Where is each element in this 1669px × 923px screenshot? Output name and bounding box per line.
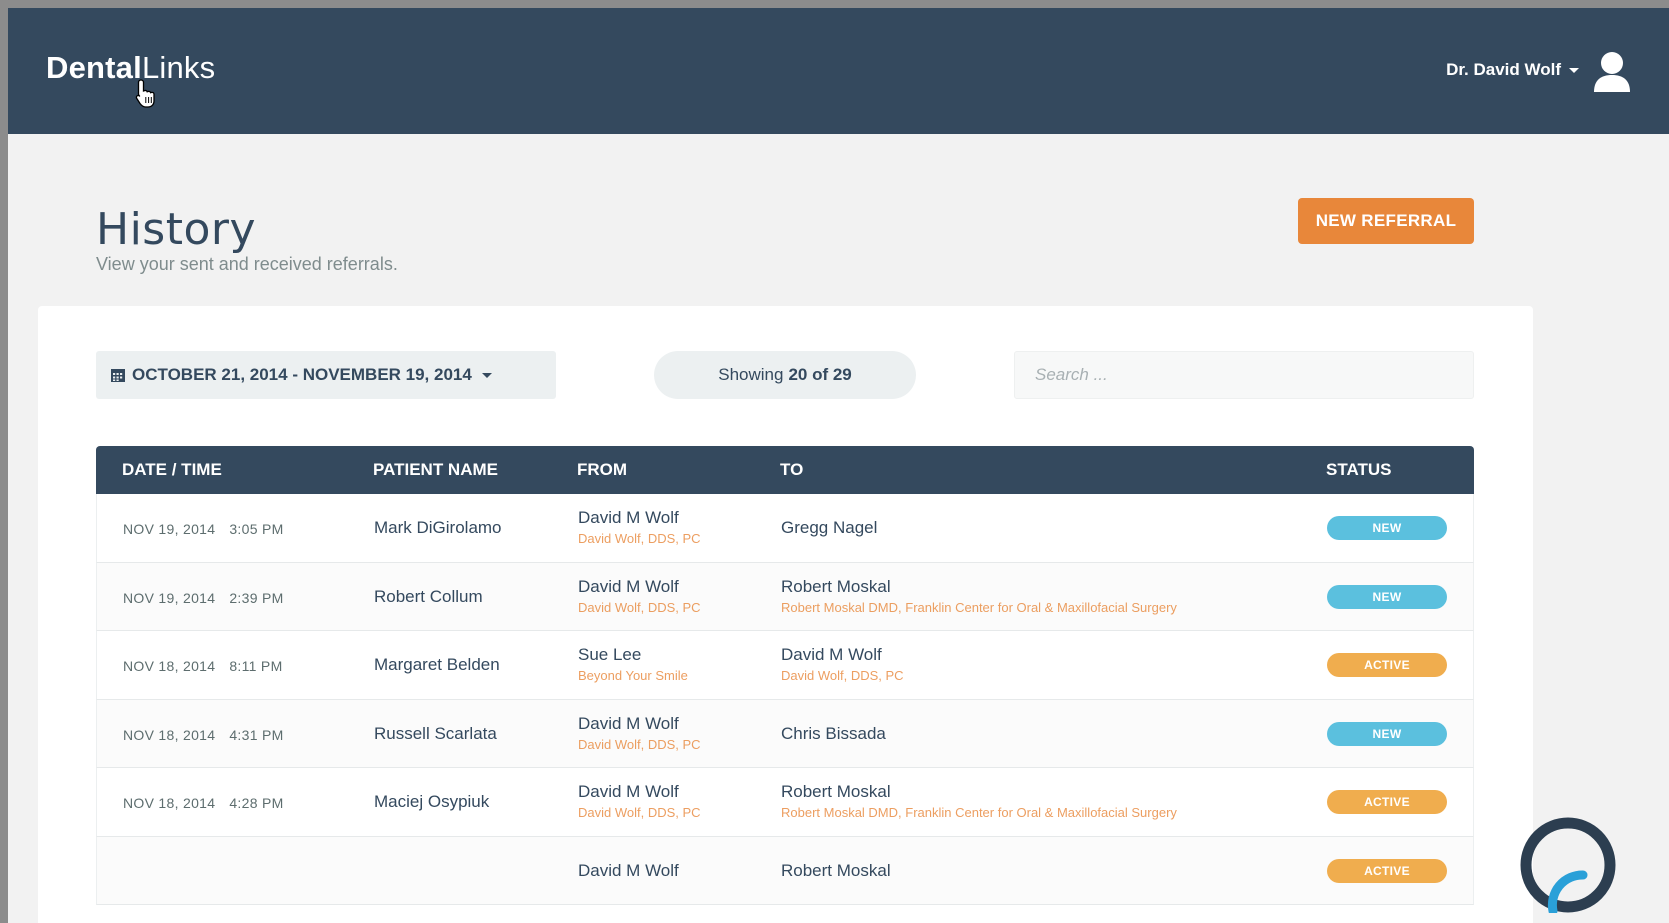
row-from-name: David M Wolf <box>578 782 679 801</box>
top-navbar: DentalLinks Dr. David Wolf <box>8 8 1669 134</box>
row-from-name: David M Wolf <box>578 508 679 527</box>
row-from: David M Wolf David Wolf, DDS, PC <box>578 508 701 546</box>
user-icon[interactable] <box>1591 50 1633 94</box>
app-logo[interactable]: DentalLinks <box>46 50 215 86</box>
row-from: David M Wolf David Wolf, DDS, PC <box>578 577 701 615</box>
table-header: DATE / TIME PATIENT NAME FROM TO STATUS <box>96 446 1474 494</box>
row-datetime: NOV 18, 2014 4:31 PM <box>123 727 284 743</box>
header-status[interactable]: STATUS <box>1326 460 1391 480</box>
row-time: 4:31 PM <box>229 726 284 743</box>
user-name: Dr. David Wolf <box>1446 60 1561 79</box>
header-patient[interactable]: PATIENT NAME <box>373 460 498 480</box>
table-row[interactable]: NOV 19, 2014 2:39 PM Robert Collum David M … <box>96 562 1474 631</box>
status-badge: NEW <box>1327 516 1447 540</box>
row-date: NOV 18, 2014 <box>123 658 216 674</box>
row-from-org: David Wolf, DDS, PC <box>578 805 701 820</box>
status-badge: ACTIVE <box>1327 653 1447 677</box>
status-badge: NEW <box>1327 721 1447 746</box>
table-row[interactable]: David M Wolf Robert Moskal ACTIVE <box>96 836 1474 905</box>
row-patient-name: Mark DiGirolamo <box>374 518 502 537</box>
row-datetime: NOV 18, 2014 4:28 PM <box>123 795 284 811</box>
app-window: DentalLinks Dr. David Wolf History View … <box>8 8 1669 923</box>
row-time: 8:11 PM <box>229 658 283 674</box>
table-row[interactable]: NOV 19, 2014 3:05 PM Mark DiGirolamo David … <box>96 494 1474 563</box>
row-from-org: Beyond Your Smile <box>578 668 688 683</box>
referrals-table: DATE / TIME PATIENT NAME FROM TO STATUS … <box>96 446 1474 905</box>
date-range-label: OCTOBER 21, 2014 - NOVEMBER 19, 2014 <box>132 365 472 384</box>
page-subtitle: View your sent and received referrals. <box>96 254 398 274</box>
row-to: Robert Moskal Robert Moskal DMD, Franklin… <box>781 782 1177 820</box>
row-from: David M Wolf <box>578 861 679 881</box>
user-menu-dropdown[interactable]: Dr. David Wolf <box>1446 60 1579 80</box>
table-body: NOV 19, 2014 3:05 PM Mark DiGirolamo David … <box>96 494 1474 905</box>
row-date: NOV 18, 2014 <box>123 795 216 811</box>
row-date: NOV 19, 2014 <box>123 589 216 606</box>
row-datetime: NOV 19, 2014 2:39 PM <box>123 590 284 606</box>
table-row[interactable]: NOV 18, 2014 8:11 PM Margaret Belden Sue Le… <box>96 631 1474 700</box>
row-to-name: Chris Bissada <box>781 723 886 743</box>
row-datetime: NOV 19, 2014 3:05 PM <box>123 521 284 537</box>
row-to-org: Robert Moskal DMD, Franklin Center for O… <box>781 805 1177 820</box>
showing-count: 20 of 29 <box>788 365 852 384</box>
logo-bold-text: Dental <box>46 50 142 85</box>
row-from: Sue Lee Beyond Your Smile <box>578 645 688 683</box>
row-to-name: Robert Moskal <box>781 860 891 880</box>
row-from-name: David M Wolf <box>578 860 679 880</box>
row-to-name: David M Wolf <box>781 645 882 664</box>
status-badge: ACTIVE <box>1327 858 1447 883</box>
showing-prefix: Showing <box>718 365 784 384</box>
row-to-name: Robert Moskal <box>781 576 891 596</box>
row-time: 2:39 PM <box>229 589 284 606</box>
loading-spinner-icon <box>1520 817 1616 913</box>
header-date[interactable]: DATE / TIME <box>122 460 222 480</box>
history-panel: OCTOBER 21, 2014 - NOVEMBER 19, 2014 Sho… <box>38 306 1533 923</box>
row-to: Chris Bissada <box>781 724 886 744</box>
status-badge: ACTIVE <box>1327 790 1447 814</box>
row-patient-name: Margaret Belden <box>374 655 500 674</box>
row-datetime: NOV 18, 2014 8:11 PM <box>123 658 283 674</box>
result-count-pill: Showing 20 of 29 <box>654 351 916 399</box>
row-from-name: David M Wolf <box>578 576 679 596</box>
row-to: David M Wolf David Wolf, DDS, PC <box>781 645 904 683</box>
table-row[interactable]: NOV 18, 2014 4:28 PM Maciej Osypiuk David M… <box>96 768 1474 837</box>
page-title: History <box>96 204 257 255</box>
row-date: NOV 18, 2014 <box>123 726 216 743</box>
caret-down-icon <box>1569 67 1579 73</box>
search-input[interactable] <box>1014 351 1474 399</box>
table-row[interactable]: NOV 18, 2014 4:31 PM Russell Scarlata David… <box>96 699 1474 768</box>
row-from-name: Sue Lee <box>578 645 642 664</box>
caret-down-icon <box>481 372 492 378</box>
row-to: Robert Moskal <box>781 861 891 881</box>
row-from-name: David M Wolf <box>578 713 679 733</box>
row-patient-name: Maciej Osypiuk <box>374 792 490 811</box>
calendar-icon <box>111 369 125 382</box>
header-to[interactable]: TO <box>780 460 803 480</box>
row-from: David M Wolf David Wolf, DDS, PC <box>578 714 701 752</box>
row-to-name: Robert Moskal <box>781 782 891 801</box>
row-to-org: David Wolf, DDS, PC <box>781 668 904 683</box>
header-from[interactable]: FROM <box>577 460 627 480</box>
row-to: Gregg Nagel <box>781 518 877 538</box>
date-range-picker[interactable]: OCTOBER 21, 2014 - NOVEMBER 19, 2014 <box>96 351 556 399</box>
row-to-org: Robert Moskal DMD, Franklin Center for O… <box>781 599 1177 615</box>
pointer-cursor-icon <box>135 79 155 108</box>
row-datetime <box>123 864 137 880</box>
row-patient-name: Russell Scarlata <box>374 723 497 743</box>
row-patient-name: Robert Collum <box>374 586 483 606</box>
row-from: David M Wolf David Wolf, DDS, PC <box>578 782 701 820</box>
new-referral-button[interactable]: NEW REFERRAL <box>1298 198 1474 244</box>
row-to: Robert Moskal Robert Moskal DMD, Franklin… <box>781 577 1177 615</box>
row-from-org: David Wolf, DDS, PC <box>578 531 701 546</box>
row-date: NOV 19, 2014 <box>123 521 216 537</box>
row-from-org: David Wolf, DDS, PC <box>578 736 701 752</box>
status-badge: NEW <box>1327 584 1447 609</box>
row-to-name: Gregg Nagel <box>781 518 878 537</box>
row-from-org: David Wolf, DDS, PC <box>578 599 701 615</box>
row-time: 4:28 PM <box>229 795 284 811</box>
row-time: 3:05 PM <box>229 521 284 537</box>
